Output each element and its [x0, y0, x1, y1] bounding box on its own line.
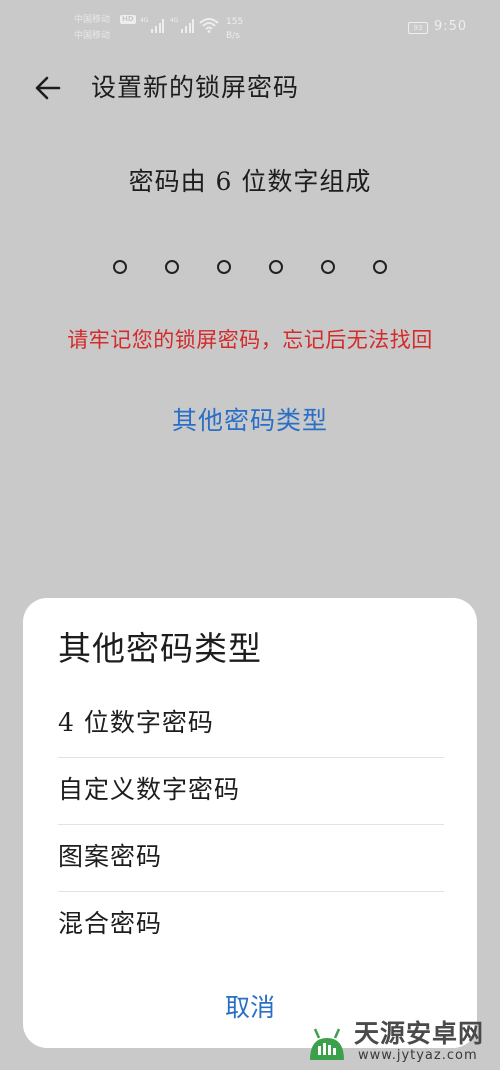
- pin-hint: 密码由 6 位数字组成: [128, 167, 372, 196]
- pin-dot: [217, 260, 231, 274]
- page-title: 设置新的锁屏密码: [91, 73, 300, 102]
- option-label: 图案密码: [58, 842, 163, 871]
- pin-dots: [113, 256, 387, 278]
- option-custom-digit[interactable]: 自定义数字密码: [58, 758, 444, 825]
- option-label: 4 位数字密码: [58, 708, 214, 737]
- back-button[interactable]: [30, 70, 66, 106]
- pin-dot: [165, 260, 179, 274]
- net-speed: 155 B/s: [226, 15, 243, 43]
- arrow-left-icon: [35, 76, 61, 100]
- pin-dot: [321, 260, 335, 274]
- watermark-name: 天源安卓网: [354, 1019, 485, 1048]
- carrier-label-1: 中国移动: [74, 15, 111, 25]
- option-label: 混合密码: [58, 909, 163, 938]
- signal-icon: [151, 19, 164, 33]
- pin-dot: [113, 260, 127, 274]
- net-speed-value: 155: [226, 17, 244, 27]
- password-type-sheet: 其他密码类型 4 位数字密码 自定义数字密码 图案密码 混合密码 取消: [23, 598, 477, 1048]
- carrier-label-2: 中国移动: [74, 31, 111, 41]
- watermark-logo-icon: [310, 1028, 344, 1060]
- wifi-icon: [199, 18, 219, 33]
- hd-badge: HD: [120, 15, 136, 24]
- net-speed-unit: B/s: [226, 31, 240, 41]
- battery-icon: 93: [408, 22, 428, 34]
- signal-type-1: 4G: [140, 17, 149, 24]
- option-pattern[interactable]: 图案密码: [58, 825, 444, 892]
- signal-icon: [181, 19, 194, 33]
- pin-dot: [373, 260, 387, 274]
- sheet-title: 其他密码类型: [58, 629, 262, 668]
- password-warning: 请牢记您的锁屏密码，忘记后无法找回: [67, 328, 433, 352]
- status-bar: 中国移动 中国移动 HD 4G 4G 155 B/s 93 9:50: [0, 0, 500, 50]
- option-mixed[interactable]: 混合密码: [58, 892, 444, 958]
- signal-type-2: 4G: [170, 17, 179, 24]
- pin-dot: [269, 260, 283, 274]
- watermark-url: www.jytyaz.com: [358, 1048, 478, 1063]
- option-label: 自定义数字密码: [58, 775, 241, 804]
- option-4-digit[interactable]: 4 位数字密码: [58, 691, 444, 758]
- other-password-types-link[interactable]: 其他密码类型: [0, 401, 500, 441]
- status-time: 9:50: [434, 19, 468, 34]
